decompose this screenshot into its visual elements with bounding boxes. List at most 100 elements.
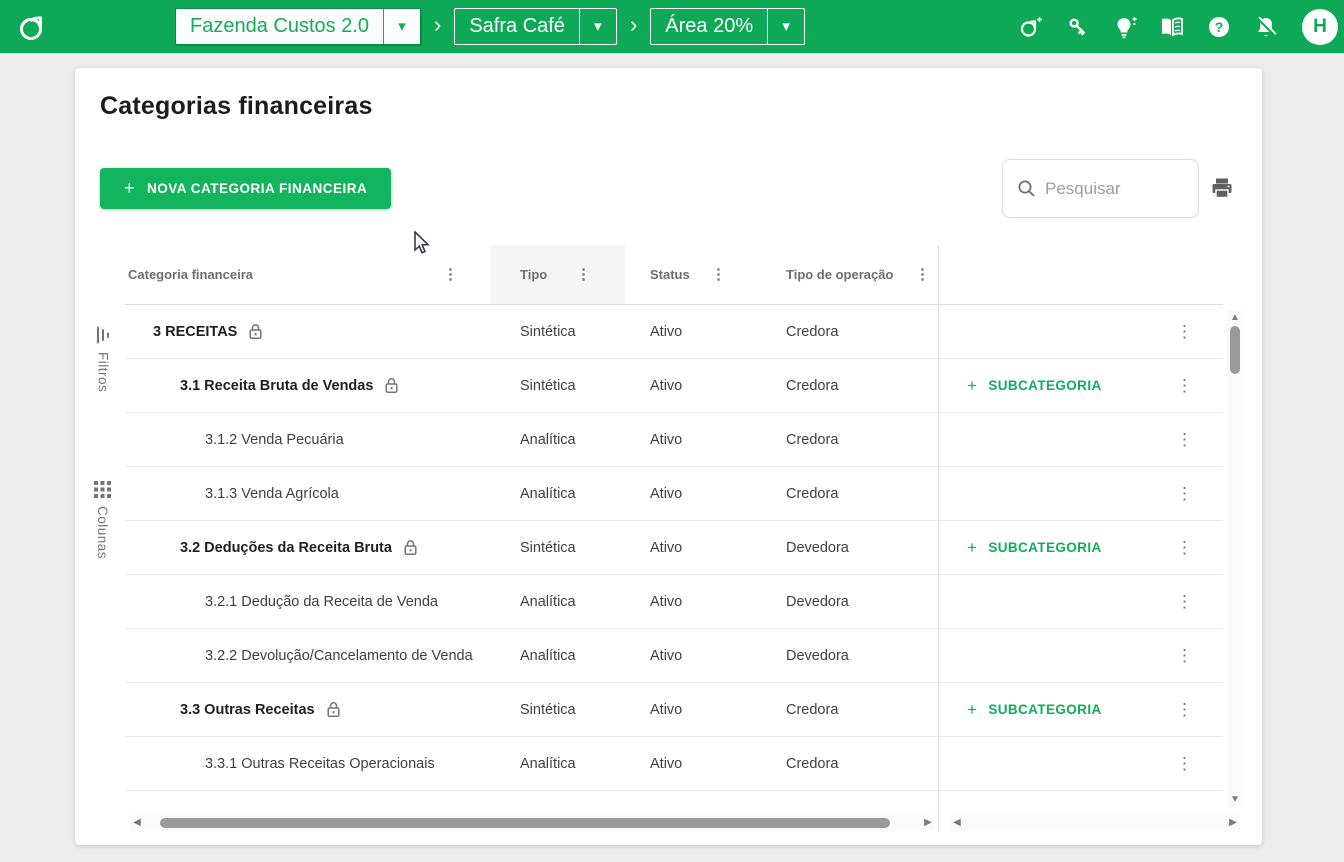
app-header: Fazenda Custos 2.0 ▾ › Safra Café ▾ › Ár… <box>0 0 1344 53</box>
filters-toggle[interactable]: Filtros <box>94 326 112 392</box>
operacao-cell: Credora <box>786 485 839 502</box>
operacao-cell: Credora <box>786 755 839 772</box>
category-name: 3.1 Receita Bruta de Vendas <box>180 377 374 394</box>
area-selector-dropdown[interactable]: Área 20% ▾ <box>650 8 806 45</box>
row-menu-icon[interactable]: ⋮ <box>1176 593 1193 610</box>
row-menu-icon[interactable]: ⋮ <box>1176 539 1193 556</box>
filter-icon <box>96 326 110 344</box>
search-input[interactable] <box>1045 178 1165 199</box>
column-label: Tipo <box>520 267 548 282</box>
harvest-selector-dropdown[interactable]: Safra Café ▾ <box>454 8 617 45</box>
chevron-down-icon[interactable]: ▾ <box>768 8 804 45</box>
column-label: Tipo de operação <box>786 267 894 282</box>
column-label: Categoria financeira <box>128 267 253 282</box>
scroll-up-icon[interactable]: ▲ <box>1228 310 1242 326</box>
column-menu-icon[interactable]: ⋮ <box>711 267 726 282</box>
add-subcategory-button[interactable]: + SUBCATEGORIA <box>967 538 1102 558</box>
column-header-operacao[interactable]: Tipo de operação ⋮ <box>760 245 938 304</box>
tipo-cell: Analítica <box>520 485 576 502</box>
row-actions: ⋮ <box>938 755 1223 772</box>
scroll-down-icon[interactable]: ▼ <box>1228 792 1242 808</box>
row-actions: ⋮ <box>938 647 1223 664</box>
add-account-icon[interactable] <box>1018 14 1044 40</box>
plus-icon: + <box>967 699 978 719</box>
farm-selector-dropdown[interactable]: Fazenda Custos 2.0 ▾ <box>175 8 421 45</box>
table-row: 3.1 Receita Bruta de Vendas Sintética At… <box>125 359 1223 413</box>
tipo-cell: Sintética <box>520 377 576 394</box>
chevron-down-icon[interactable]: ▾ <box>580 8 616 45</box>
aegro-logo-icon <box>20 16 42 40</box>
tipo-cell: Analítica <box>520 755 576 772</box>
category-name-cell: 3.1.2 Venda Pecuária <box>125 432 490 448</box>
row-menu-icon[interactable]: ⋮ <box>1176 431 1193 448</box>
plus-icon: + <box>967 375 978 395</box>
status-cell: Ativo <box>650 701 683 718</box>
status-cell: Ativo <box>650 593 683 610</box>
new-financial-category-button[interactable]: + NOVA CATEGORIA FINANCEIRA <box>100 168 392 209</box>
table-row: 3 RECEITAS Sintética Ativo Credora ⋮ <box>125 305 1223 359</box>
chevron-down-icon[interactable]: ▾ <box>384 8 420 45</box>
row-menu-icon[interactable]: ⋮ <box>1176 485 1193 502</box>
plus-icon: + <box>124 178 136 198</box>
scroll-left-icon[interactable]: ◀ <box>950 815 964 831</box>
scroll-right-icon[interactable]: ▶ <box>921 815 935 831</box>
scroll-right-icon[interactable]: ▶ <box>1226 815 1240 831</box>
category-name-cell: 3.2.2 Devolução/Cancelamento de Venda <box>125 648 490 664</box>
status-cell: Ativo <box>650 431 683 448</box>
vertical-scroll-thumb[interactable] <box>1230 326 1240 374</box>
horizontal-scroll-thumb[interactable] <box>160 818 890 828</box>
tipo-cell: Analítica <box>520 593 576 610</box>
column-menu-icon[interactable]: ⋮ <box>576 267 591 282</box>
scroll-left-icon[interactable]: ◀ <box>130 815 144 831</box>
row-actions: + SUBCATEGORIA ⋮ <box>938 376 1223 396</box>
table-horizontal-scrollbar[interactable]: ◀ ▶ <box>130 815 935 831</box>
add-subcategory-button[interactable]: + SUBCATEGORIA <box>967 700 1102 720</box>
help-icon[interactable]: ? <box>1206 14 1232 40</box>
row-actions: + SUBCATEGORIA ⋮ <box>938 700 1223 720</box>
row-actions: ⋮ <box>938 323 1223 340</box>
actions-horizontal-scrollbar[interactable]: ◀ ▶ <box>950 815 1240 831</box>
operacao-cell: Devedora <box>786 593 849 610</box>
category-name: 3.1.3 Venda Agrícola <box>205 485 339 502</box>
harvest-selector-label: Safra Café <box>469 15 565 37</box>
new-category-label: NOVA CATEGORIA FINANCEIRA <box>147 181 368 196</box>
book-icon[interactable] <box>1159 14 1185 40</box>
user-avatar[interactable]: H <box>1302 8 1338 45</box>
table-vertical-scrollbar[interactable]: ▲ ▼ <box>1227 310 1243 808</box>
category-name: 3 RECEITAS <box>153 323 238 340</box>
columns-toggle[interactable]: Colunas <box>94 481 111 559</box>
row-menu-icon[interactable]: ⋮ <box>1176 323 1193 340</box>
search-icon <box>1018 180 1035 197</box>
operacao-cell: Credora <box>786 377 839 394</box>
column-menu-icon[interactable]: ⋮ <box>443 267 458 282</box>
row-menu-icon[interactable]: ⋮ <box>1176 377 1193 394</box>
add-subcategory-button[interactable]: + SUBCATEGORIA <box>967 376 1102 396</box>
actions-column-divider <box>938 245 939 831</box>
row-menu-icon[interactable]: ⋮ <box>1176 647 1193 664</box>
appbar-actions: ? H <box>1018 0 1338 53</box>
lightbulb-icon[interactable] <box>1112 14 1138 40</box>
row-menu-icon[interactable]: ⋮ <box>1176 701 1193 718</box>
notifications-off-icon[interactable] <box>1253 14 1279 40</box>
breadcrumb: Fazenda Custos 2.0 ▾ › Safra Café ▾ › Ár… <box>175 8 806 45</box>
category-name-cell: 3.3 Outras Receitas <box>125 701 490 718</box>
row-menu-icon[interactable]: ⋮ <box>1176 755 1193 772</box>
column-header-status[interactable]: Status ⋮ <box>625 245 760 304</box>
row-actions: ⋮ <box>938 593 1223 610</box>
status-cell: Ativo <box>650 377 683 394</box>
column-header-tipo[interactable]: Tipo ⋮ <box>490 245 625 304</box>
columns-label: Colunas <box>95 506 110 560</box>
category-name: 3.3 Outras Receitas <box>180 701 315 718</box>
column-header-categoria[interactable]: Categoria financeira ⋮ <box>125 245 490 304</box>
row-actions: ⋮ <box>938 431 1223 448</box>
key-icon[interactable] <box>1065 14 1091 40</box>
status-cell: Ativo <box>650 647 683 664</box>
subcategory-label: SUBCATEGORIA <box>988 540 1102 555</box>
category-name: 3.1.2 Venda Pecuária <box>205 431 344 448</box>
category-name: 3.2 Deduções da Receita Bruta <box>180 539 392 556</box>
print-icon[interactable] <box>1210 176 1234 200</box>
column-menu-icon[interactable]: ⋮ <box>915 267 930 282</box>
category-name: 3.2.1 Dedução da Receita de Venda <box>205 593 438 610</box>
status-cell: Ativo <box>650 755 683 772</box>
lock-icon <box>249 324 262 339</box>
